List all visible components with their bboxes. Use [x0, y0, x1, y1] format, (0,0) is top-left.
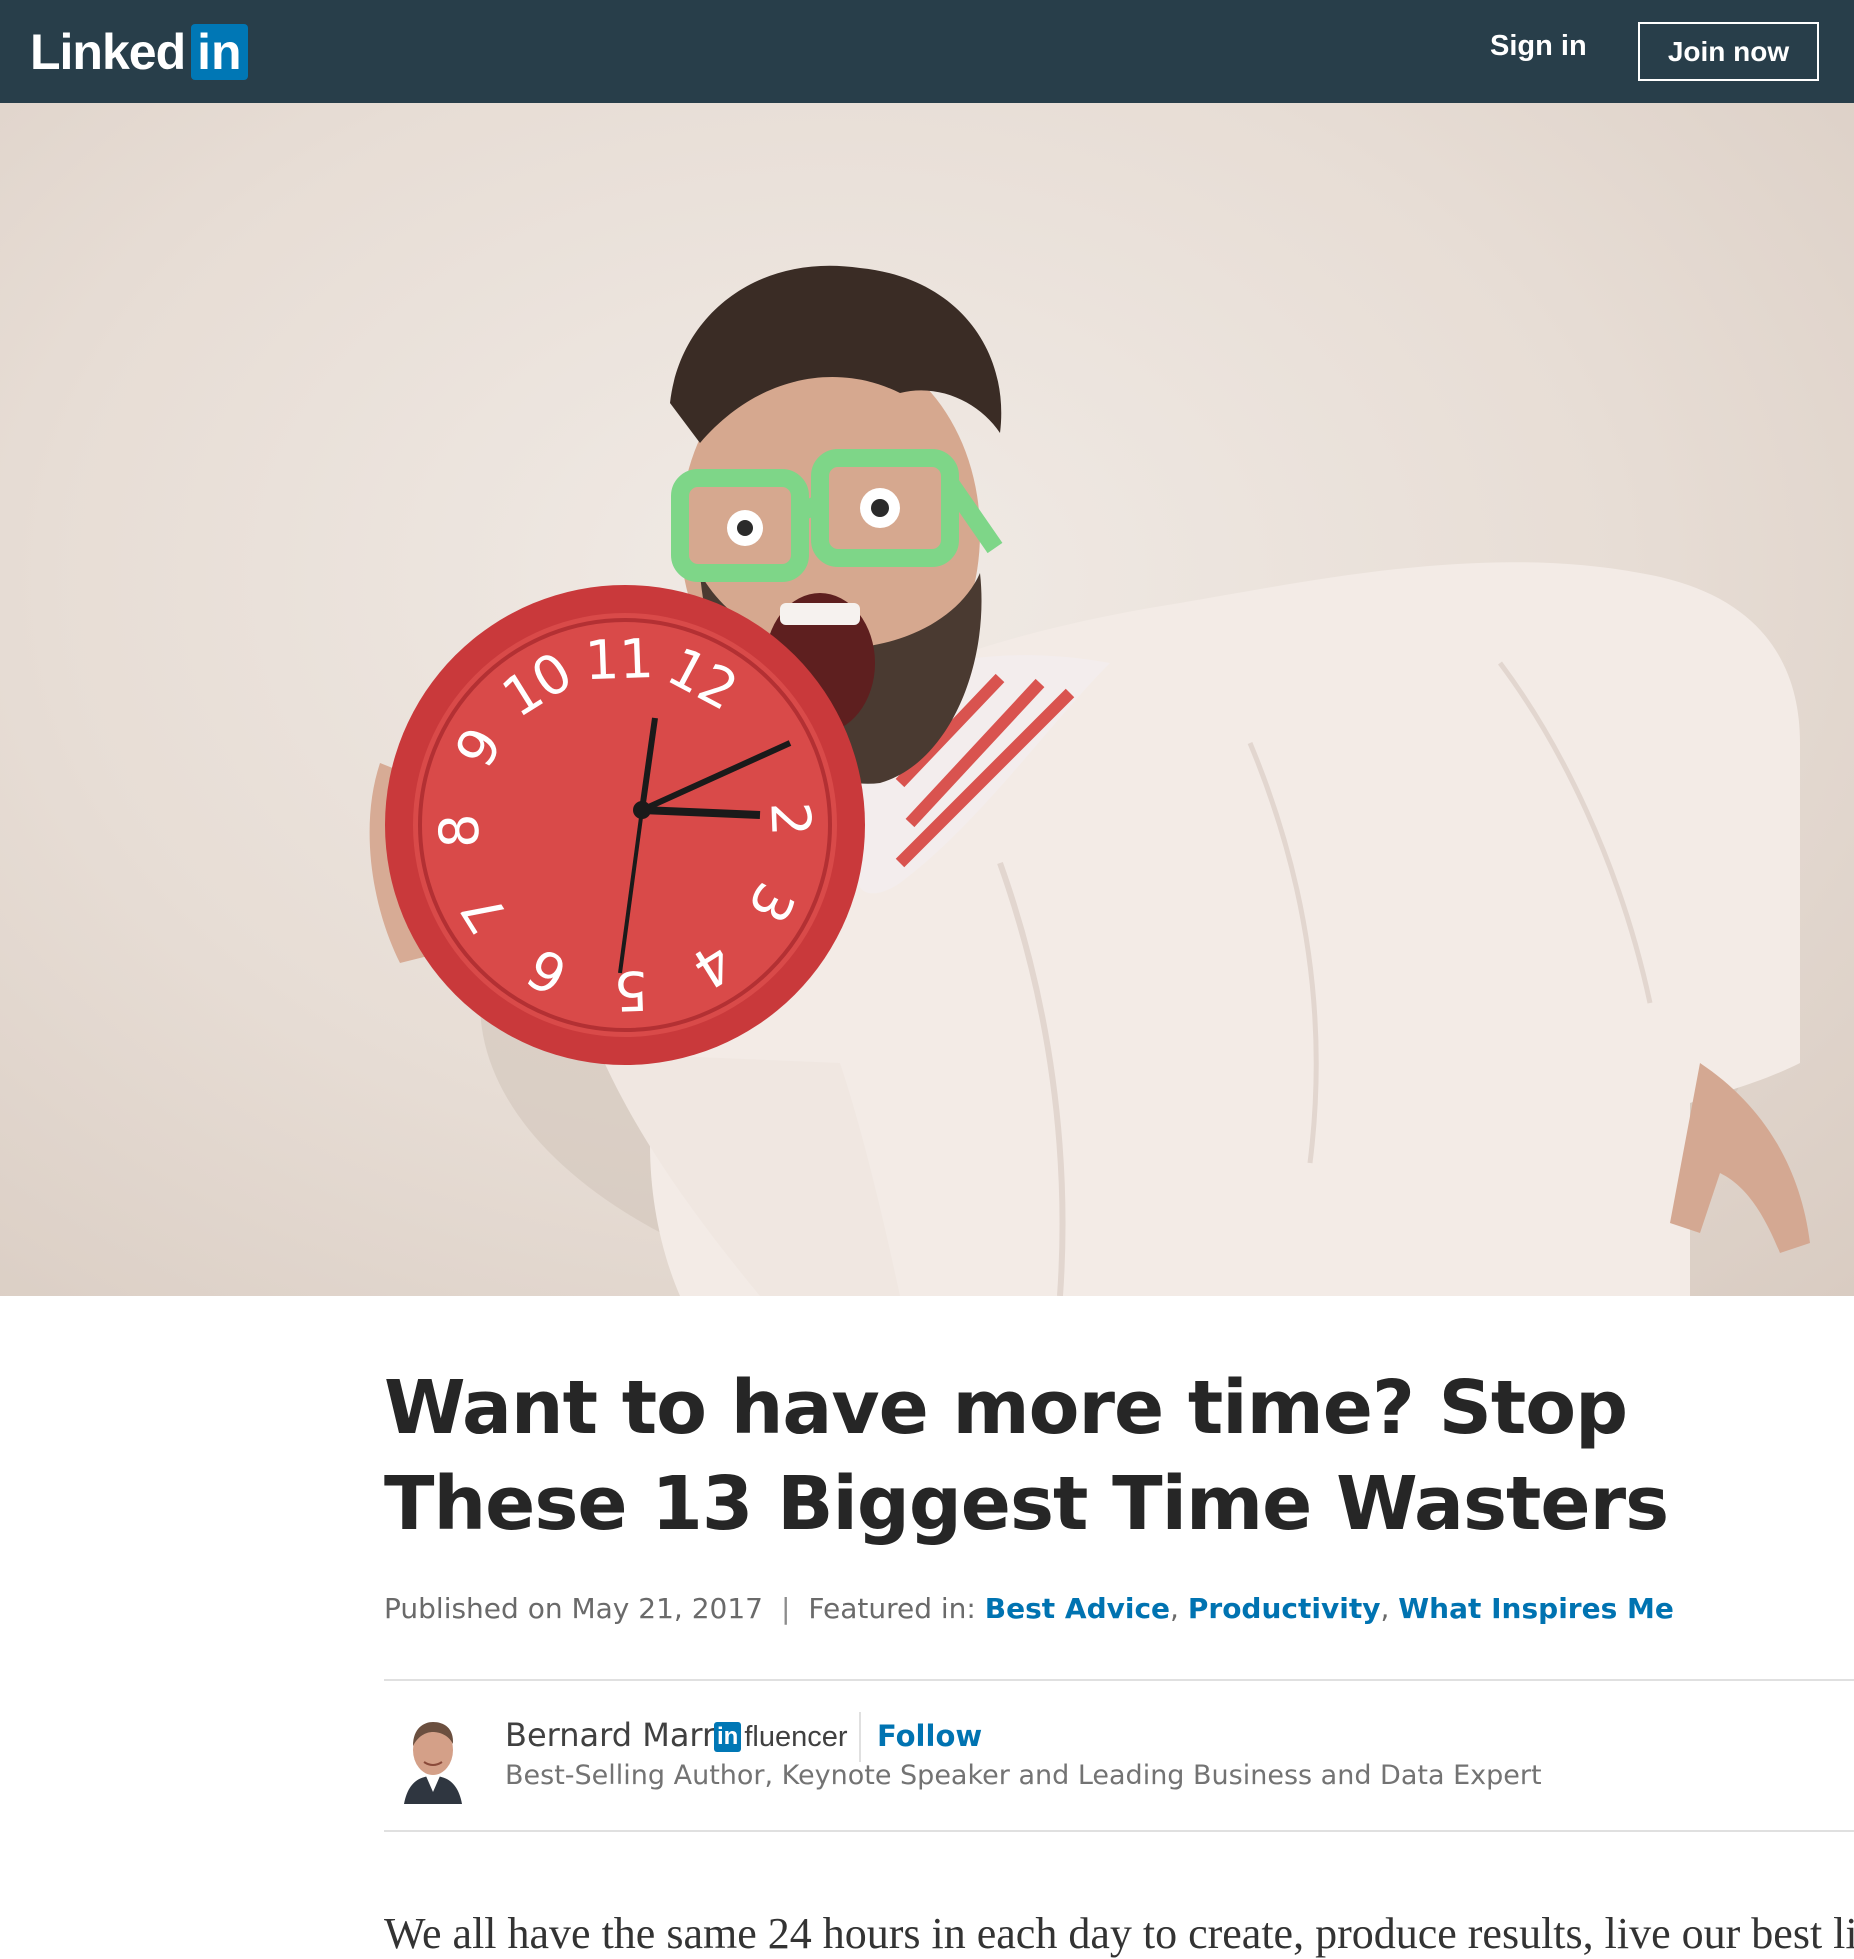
follow-button[interactable]: Follow	[877, 1719, 982, 1753]
hero-image: 12 11 10 9 8 7 6 5 4 3 2	[0, 103, 1854, 1296]
influencer-badge: in fluencer	[714, 1718, 848, 1756]
influencer-in-icon: in	[714, 1722, 742, 1752]
author-divider-top	[384, 1679, 1854, 1681]
follow-separator	[859, 1712, 861, 1762]
author-headline: Best-Selling Author, Keynote Speaker and…	[505, 1760, 1542, 1791]
author-divider-bottom	[384, 1830, 1854, 1832]
logo-text: Linked	[30, 24, 186, 80]
join-now-button[interactable]: Join now	[1638, 22, 1819, 81]
clock-numeral-11: 11	[584, 627, 655, 692]
avatar[interactable]	[400, 1712, 466, 1804]
featured-label: Featured in:	[808, 1592, 976, 1625]
influencer-label: fluencer	[744, 1720, 848, 1753]
sign-in-link[interactable]: Sign in	[1490, 30, 1587, 63]
clock-numeral-2: 2	[758, 801, 822, 838]
clock-numeral-8: 8	[428, 813, 492, 850]
linkedin-logo[interactable]: Linked in	[30, 22, 248, 82]
published-date: Published on May 21, 2017	[384, 1592, 763, 1625]
meta-separator: |	[780, 1592, 791, 1625]
clock-illustration: 1211109876 5 432	[385, 585, 865, 1065]
hero-illustration: 1211109876 5 432	[369, 265, 1810, 1296]
featured-link-best-advice[interactable]: Best Advice	[985, 1592, 1170, 1625]
article-title: Want to have more time? Stop These 13 Bi…	[384, 1365, 1669, 1547]
featured-link-what-inspires-me[interactable]: What Inspires Me	[1398, 1592, 1674, 1625]
logo-in-box: in	[191, 24, 248, 80]
clock-numeral-5: 5	[613, 958, 650, 1022]
author-name[interactable]: Bernard Marr	[505, 1716, 715, 1754]
top-navbar: Linked in Sign in Join now	[0, 0, 1854, 103]
featured-link-productivity[interactable]: Productivity	[1188, 1592, 1381, 1625]
article-meta: Published on May 21, 2017 | Featured in: B…	[384, 1592, 1674, 1625]
